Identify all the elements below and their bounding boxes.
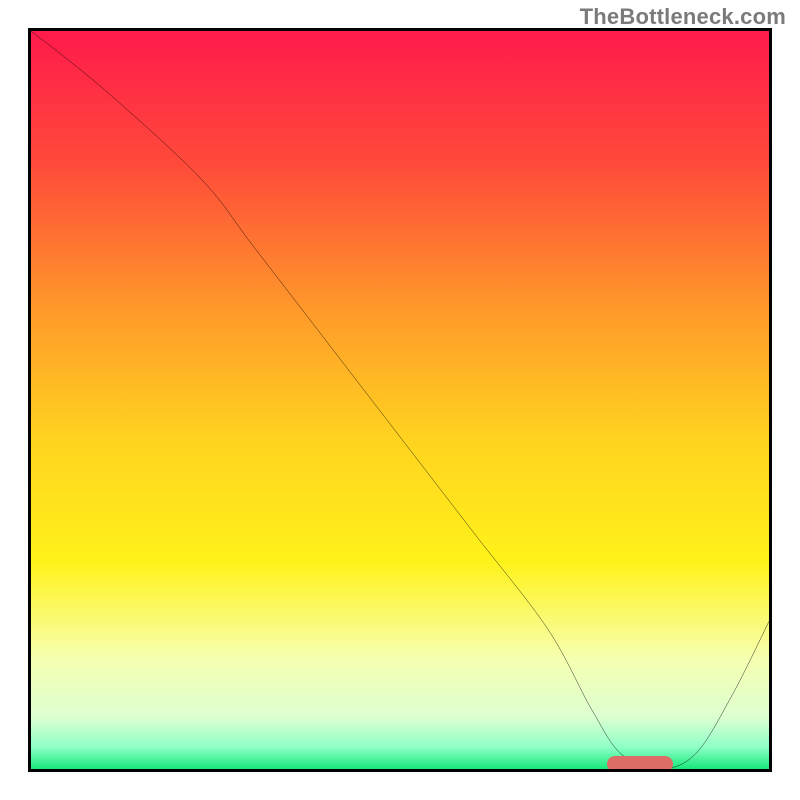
optimal-range-marker — [607, 756, 673, 772]
bottleneck-curve — [31, 31, 769, 769]
chart-frame — [28, 28, 772, 772]
curve-path — [31, 31, 769, 769]
watermark-text: TheBottleneck.com — [580, 4, 786, 30]
